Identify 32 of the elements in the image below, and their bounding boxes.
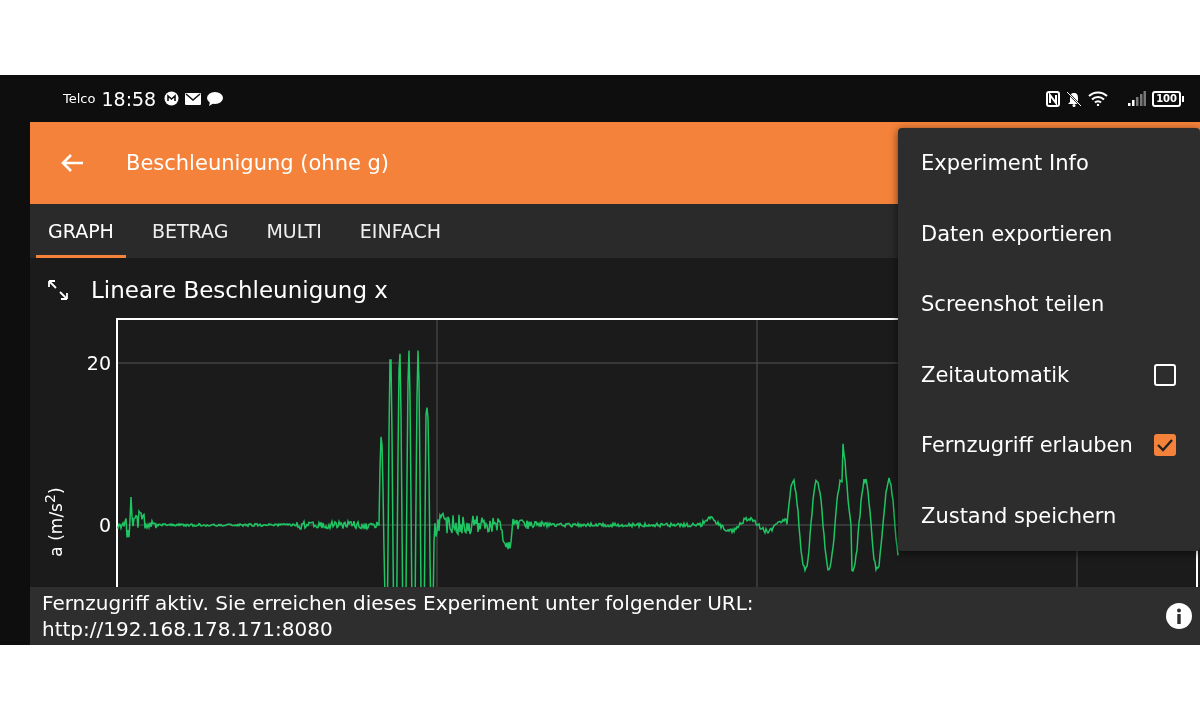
expand-icon[interactable] <box>47 279 69 301</box>
battery-icon: 100 <box>1152 90 1184 107</box>
wifi-icon <box>1088 91 1109 106</box>
app-notification-icon <box>164 91 180 106</box>
menu-item[interactable]: Zeitautomatik <box>898 339 1200 410</box>
nfc-icon <box>1046 90 1061 107</box>
chart-title: Lineare Beschleunigung x <box>91 277 388 303</box>
info-icon[interactable] <box>1166 603 1192 629</box>
y-tick-label: 20 <box>86 352 111 374</box>
muted-bell-icon <box>1066 90 1083 107</box>
menu-item-label: Fernzugriff erlauben <box>921 433 1134 458</box>
menu-item[interactable]: Experiment Info <box>898 128 1200 199</box>
menu-item[interactable]: Zustand speichern <box>898 480 1200 551</box>
carrier-label: Telco <box>63 91 96 106</box>
back-arrow-icon[interactable] <box>60 153 84 173</box>
tab[interactable]: MULTI <box>254 204 334 258</box>
chat-bubble-icon <box>207 91 224 106</box>
remote-access-text: Fernzugriff aktiv. Sie erreichen dieses Experiment unter folgender URL: <box>42 590 755 616</box>
menu-item-label: Zeitautomatik <box>921 362 1071 387</box>
y-tick-label: 0 <box>98 514 111 536</box>
remote-access-text: http://192.168.178.171:8080 <box>42 616 334 642</box>
tab[interactable]: BETRAG <box>139 204 241 258</box>
menu-item[interactable]: Daten exportieren <box>898 198 1200 269</box>
checkbox[interactable] <box>1154 434 1176 457</box>
checkmark-icon <box>1157 438 1173 453</box>
menu-item[interactable]: Fernzugriff erlauben <box>898 410 1200 481</box>
signal-icon <box>1128 91 1147 106</box>
clock-time: 18:58 <box>101 87 157 110</box>
mail-icon <box>185 92 202 105</box>
menu-item[interactable]: Screenshot teilen <box>898 269 1200 340</box>
tab[interactable]: EINFACH <box>347 204 454 258</box>
screen-title: Beschleunigung (ohne g) <box>126 151 390 175</box>
